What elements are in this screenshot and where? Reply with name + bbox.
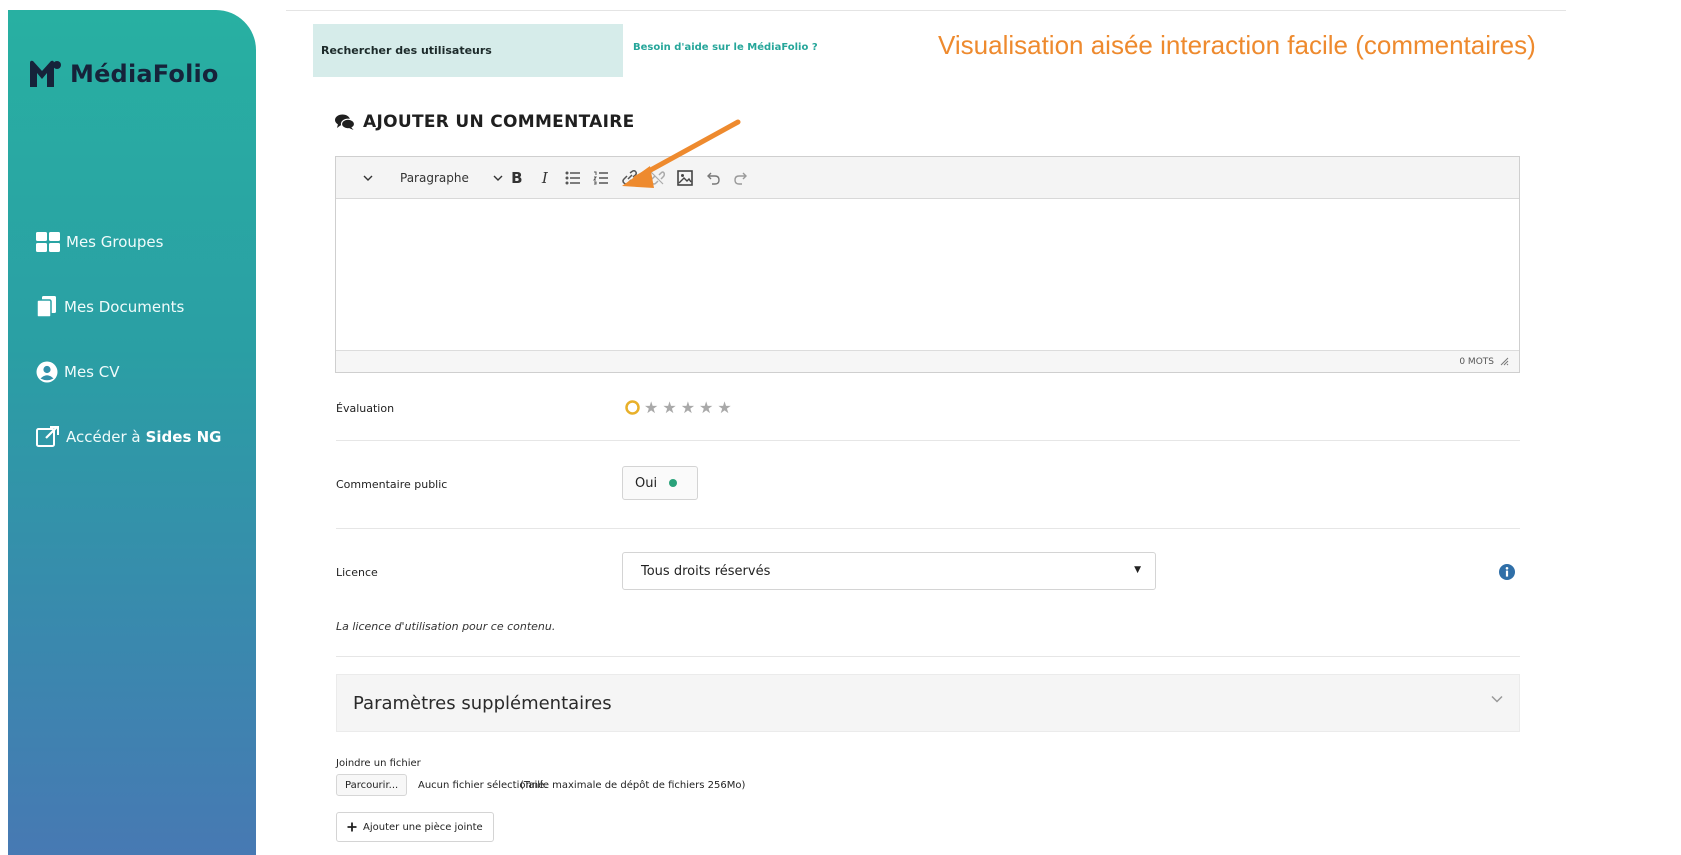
toggle-value: Oui [635,475,658,491]
accordion-title: Paramètres supplémentaires [353,692,612,714]
evaluation-label: Évaluation [336,402,395,415]
licence-help-text: La licence d'utilisation pour ce contenu… [336,620,556,633]
sidebar-item-label: Accéder à [66,428,141,446]
annotation-arrow-icon [622,119,741,188]
star-icon[interactable]: ★ [699,398,713,417]
rating-stars[interactable]: ★ ★ ★ ★ ★ [625,398,732,417]
toolbar-expand-button[interactable] [354,164,382,192]
editor-status-bar: 0 MOTS [336,350,1519,372]
sidebar: MédiaFolio Mes Groupes Mes Documents Mes… [8,10,256,855]
public-comment-toggle[interactable]: Oui [622,466,698,500]
reset-rating-icon[interactable] [625,400,640,415]
paragraph-select[interactable]: Paragraphe [382,164,503,192]
chevron-down-icon [493,175,503,181]
numbered-list-icon [592,171,608,184]
add-attachment-button[interactable]: Ajouter une pièce jointe [336,812,494,842]
user-circle-icon [36,361,58,383]
bulleted-list-button[interactable] [559,164,587,192]
sidebar-item-cv[interactable]: Mes CV [36,358,221,386]
licence-label: Licence [336,566,378,579]
top-divider [286,10,1566,11]
word-count: 0 MOTS [1459,356,1494,367]
max-size-text: (Taille maximale de dépôt de fichiers 25… [520,780,746,791]
info-icon[interactable] [1499,564,1515,580]
licence-select[interactable]: Tous droits réservés ▼ [622,552,1156,590]
bulleted-list-icon [565,171,580,184]
editor-toolbar: Paragraphe B I [336,157,1519,199]
mediafolio-logo-icon [30,60,61,87]
sidebar-item-sides-ng[interactable]: Accéder à Sides NG [36,423,221,451]
chevron-down-icon [1491,695,1503,703]
external-link-icon [36,426,59,447]
sidebar-item-strong: Sides NG [145,428,222,446]
tab-search-users[interactable]: Rechercher des utilisateurs [313,24,623,77]
sidebar-item-label: Mes CV [64,363,120,381]
public-comment-label: Commentaire public [336,478,448,491]
paragraph-select-label: Paragraphe [400,170,469,185]
licence-select-value: Tous droits réservés [641,563,771,579]
resize-handle-icon[interactable] [1500,357,1509,366]
browse-button[interactable]: Parcourir... [336,774,408,796]
star-icon[interactable]: ★ [644,398,658,417]
chevron-down-icon [363,175,373,181]
sidebar-item-documents[interactable]: Mes Documents [36,293,221,321]
comment-editor: Paragraphe B I 0 MOTS [335,156,1520,373]
add-attachment-label: Ajouter une pièce jointe [363,821,483,833]
caret-down-icon: ▼ [1134,565,1141,575]
grid-icon [36,232,60,252]
italic-button[interactable]: I [531,164,559,192]
help-link[interactable]: Besoin d'aide sur le MédiaFolio ? [633,42,818,53]
divider [336,528,1520,529]
comments-icon [335,114,355,130]
sidebar-item-label: Mes Documents [64,298,185,316]
star-icon[interactable]: ★ [717,398,731,417]
status-dot-icon [669,479,678,487]
comment-section-title: AJOUTER UN COMMENTAIRE [335,112,635,132]
bold-button[interactable]: B [503,164,531,192]
brand-logo[interactable]: MédiaFolio [28,57,219,91]
sidebar-item-groupes[interactable]: Mes Groupes [36,228,221,256]
divider [336,440,1520,441]
plus-icon [347,822,357,832]
brand-name: MédiaFolio [70,60,219,88]
sidebar-nav: Mes Groupes Mes Documents Mes CV Accéder… [36,228,221,488]
divider [336,656,1520,657]
extra-params-accordion[interactable]: Paramètres supplémentaires [336,674,1520,732]
documents-icon [36,296,56,318]
attach-file-label: Joindre un fichier [336,758,421,769]
sidebar-item-label: Mes Groupes [66,233,164,251]
annotation-caption: Visualisation aisée interaction facile (… [938,30,1536,60]
section-title-text: AJOUTER UN COMMENTAIRE [363,112,635,132]
star-icon[interactable]: ★ [662,398,676,417]
star-icon[interactable]: ★ [681,398,695,417]
comment-textarea[interactable] [336,199,1519,350]
